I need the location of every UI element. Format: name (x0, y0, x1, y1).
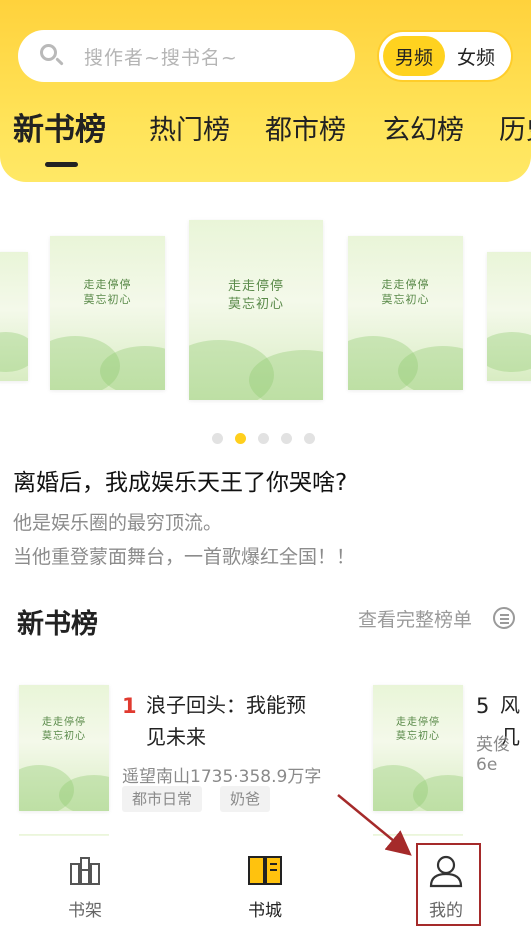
nav-label: 书城 (248, 901, 282, 921)
search-bar[interactable]: 搜作者~搜书名~ (18, 30, 355, 82)
tab-history[interactable]: 历史 (499, 108, 531, 147)
carousel-dot (212, 432, 223, 444)
carousel-dot (281, 432, 292, 444)
list-icon[interactable] (493, 607, 515, 629)
book-title[interactable]: 浪子回头：我能预 见未来 (146, 689, 306, 753)
book-tag: 奶爸 (220, 786, 271, 812)
nav-label: 书架 (68, 901, 102, 921)
open-book-icon (248, 856, 282, 885)
carousel-cover-right-edge[interactable] (487, 252, 531, 381)
tab-hot[interactable]: 热门榜 (149, 108, 230, 147)
book-cover[interactable]: 走走停停 莫忘初心 (19, 685, 109, 811)
featured-book-title[interactable]: 离婚后，我成娱乐天王了你哭啥? (13, 463, 347, 497)
app-screen: 搜作者~搜书名~ 男频 女频 新书榜 热门榜 都市榜 玄幻榜 历史 走走停停 莫… (0, 0, 531, 926)
search-icon (38, 42, 66, 70)
gender-toggle: 男频 女频 (377, 30, 513, 82)
carousel-cover-2[interactable]: 走走停停 莫忘初心 (50, 236, 165, 390)
carousel-indicator (212, 432, 327, 444)
featured-book-desc: 他是娱乐圈的最穷顶流。 (13, 512, 223, 534)
view-full-ranking-link[interactable]: 查看完整榜单 (358, 605, 472, 632)
carousel-cover-left-edge[interactable] (0, 252, 28, 381)
bookshelf-icon (70, 857, 100, 885)
header: 搜作者~搜书名~ 男频 女频 新书榜 热门榜 都市榜 玄幻榜 历史 (0, 0, 531, 182)
annotation-highlight-box (416, 843, 481, 926)
section-title: 新书榜 (17, 609, 98, 640)
carousel-dot (304, 432, 315, 444)
book-cover[interactable]: 走走停停 莫忘初心 (373, 685, 463, 811)
carousel-dot (258, 432, 269, 444)
carousel-cover-active[interactable]: 走走停停 莫忘初心 (189, 220, 323, 400)
male-channel-button[interactable]: 男频 (383, 36, 445, 76)
tab-new-books[interactable]: 新书榜 (13, 104, 106, 149)
rank-number: 5 (476, 694, 490, 718)
book-author-meta: 英俊6e (476, 735, 510, 775)
book-tag: 都市日常 (122, 786, 203, 812)
carousel-dot-active (235, 432, 246, 444)
search-placeholder: 搜作者~搜书名~ (84, 46, 238, 69)
tab-fantasy[interactable]: 玄幻榜 (383, 108, 464, 147)
carousel-cover-4[interactable]: 走走停停 莫忘初心 (348, 236, 463, 390)
active-tab-indicator (45, 162, 78, 167)
female-channel-button[interactable]: 女频 (445, 36, 507, 76)
tab-urban[interactable]: 都市榜 (265, 108, 346, 147)
featured-book-desc: 当他重登蒙面舞台，一首歌爆红全国！！ (13, 546, 356, 568)
book-author-meta: 遥望南山1735·358.9万字 (122, 767, 322, 787)
rank-number: 1 (122, 694, 137, 718)
